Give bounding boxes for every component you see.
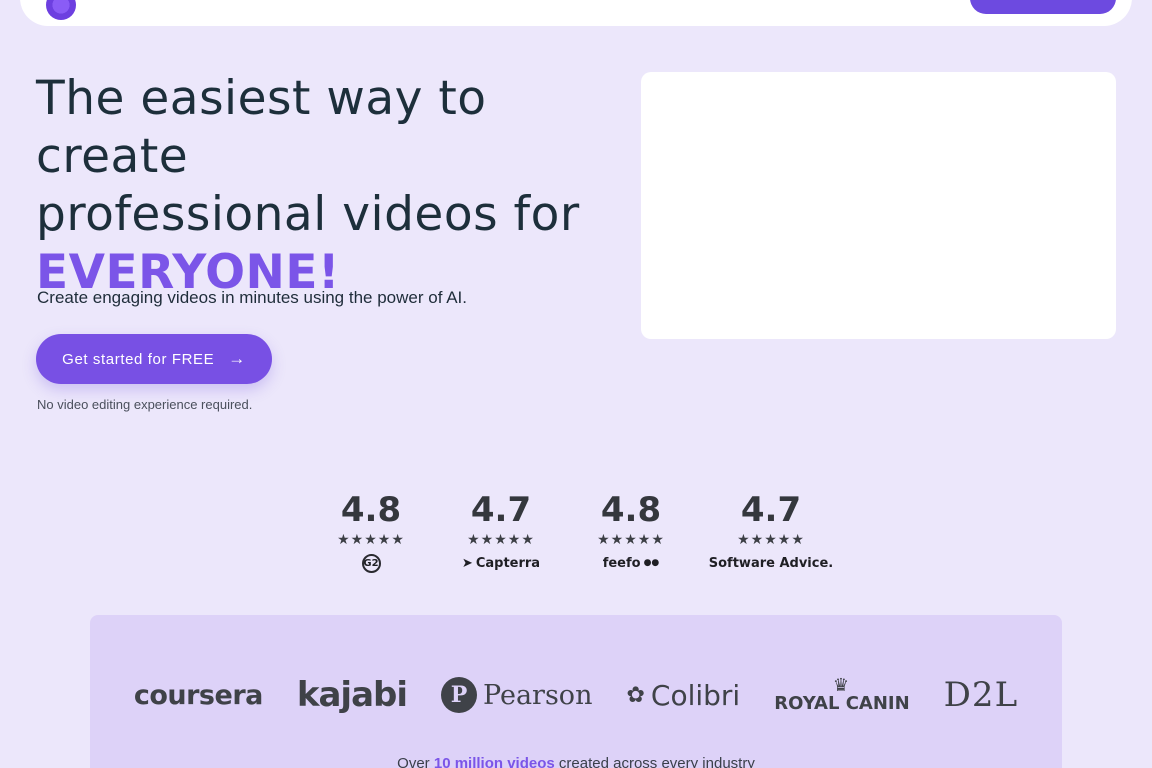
rating-software-advice: 4.7 ★★★★★ Software Advice.: [696, 490, 846, 572]
capterra-logo: ➤ Capterra: [462, 554, 540, 572]
logo-icon: [46, 0, 76, 20]
top-navbar: [20, 0, 1132, 26]
nav-item-2[interactable]: [320, 0, 400, 2]
capterra-label: Capterra: [475, 555, 541, 571]
arrow-right-icon: →: [228, 349, 246, 368]
kajabi-logo: kajabi: [296, 675, 408, 715]
d2l-logo: D2L: [943, 675, 1019, 715]
feefo-label: feefo: [602, 555, 641, 571]
rating-value: 4.8: [340, 490, 402, 530]
nav-item-1[interactable]: [210, 0, 290, 2]
nav-item-4[interactable]: [540, 0, 620, 2]
rating-value: 4.7: [740, 490, 802, 530]
videos-count-highlight: 10 million videos: [433, 755, 555, 768]
rating-capterra: 4.7 ★★★★★ ➤ Capterra: [436, 490, 566, 572]
rating-g2: 4.8 ★★★★★ G2: [306, 490, 436, 573]
cta-note: No video editing experience required.: [37, 397, 253, 412]
ratings-row: 4.8 ★★★★★ G2 4.7 ★★★★★ ➤ Capterra 4.8 ★★…: [0, 490, 1152, 573]
get-started-button[interactable]: Get started for FREE →: [36, 334, 272, 384]
rating-feefo: 4.8 ★★★★★ feefo ●●: [566, 490, 696, 572]
nav-item-5[interactable]: [650, 0, 730, 2]
stars-icon: ★★★★★: [597, 532, 665, 548]
nav-menu: [210, 0, 950, 2]
pearson-logo: P Pearson: [441, 677, 592, 713]
stars-icon: ★★★★★: [467, 532, 535, 548]
pearson-icon: P: [441, 677, 478, 713]
coursera-logo: coursera: [133, 679, 264, 711]
royal-canin-logo: ♛ ROYAL CANIN: [774, 675, 910, 714]
feefo-eyes-icon: ●●: [643, 558, 660, 568]
hero-title-line2: professional videos for: [36, 187, 580, 242]
customer-logos-band: coursera kajabi P Pearson ✿ Colibri ♛ RO…: [90, 615, 1062, 768]
rating-value: 4.8: [600, 490, 662, 530]
colibri-bird-icon: ✿: [626, 682, 645, 708]
stars-icon: ★★★★★: [737, 532, 805, 548]
colibri-logo: ✿ Colibri: [626, 678, 741, 712]
nav-item-3[interactable]: [430, 0, 510, 2]
hero-video-player[interactable]: [641, 72, 1116, 339]
feefo-logo: feefo ●●: [603, 554, 660, 572]
software-advice-logo: Software Advice.: [709, 554, 833, 572]
g2-icon: G2: [361, 553, 381, 573]
rating-value: 4.7: [470, 490, 532, 530]
get-started-label: Get started for FREE: [62, 350, 215, 368]
g2-logo: G2: [361, 553, 381, 573]
hero-subtitle: Create engaging videos in minutes using …: [37, 288, 467, 307]
hero-title: The easiest way to create professional v…: [36, 70, 636, 302]
nav-item-6[interactable]: [760, 0, 840, 2]
pictory-logo[interactable]: [46, 0, 76, 20]
hero-title-line1: The easiest way to create: [36, 71, 487, 184]
band-caption: Over 10 million videos created across ev…: [90, 755, 1062, 768]
software-advice-label: Software Advice.: [708, 555, 834, 571]
nav-cta-button[interactable]: [970, 0, 1116, 14]
stars-icon: ★★★★★: [337, 532, 405, 548]
nav-item-7[interactable]: [870, 0, 950, 2]
capterra-arrow-icon: ➤: [461, 555, 473, 571]
customer-logos: coursera kajabi P Pearson ✿ Colibri ♛ RO…: [90, 675, 1062, 715]
